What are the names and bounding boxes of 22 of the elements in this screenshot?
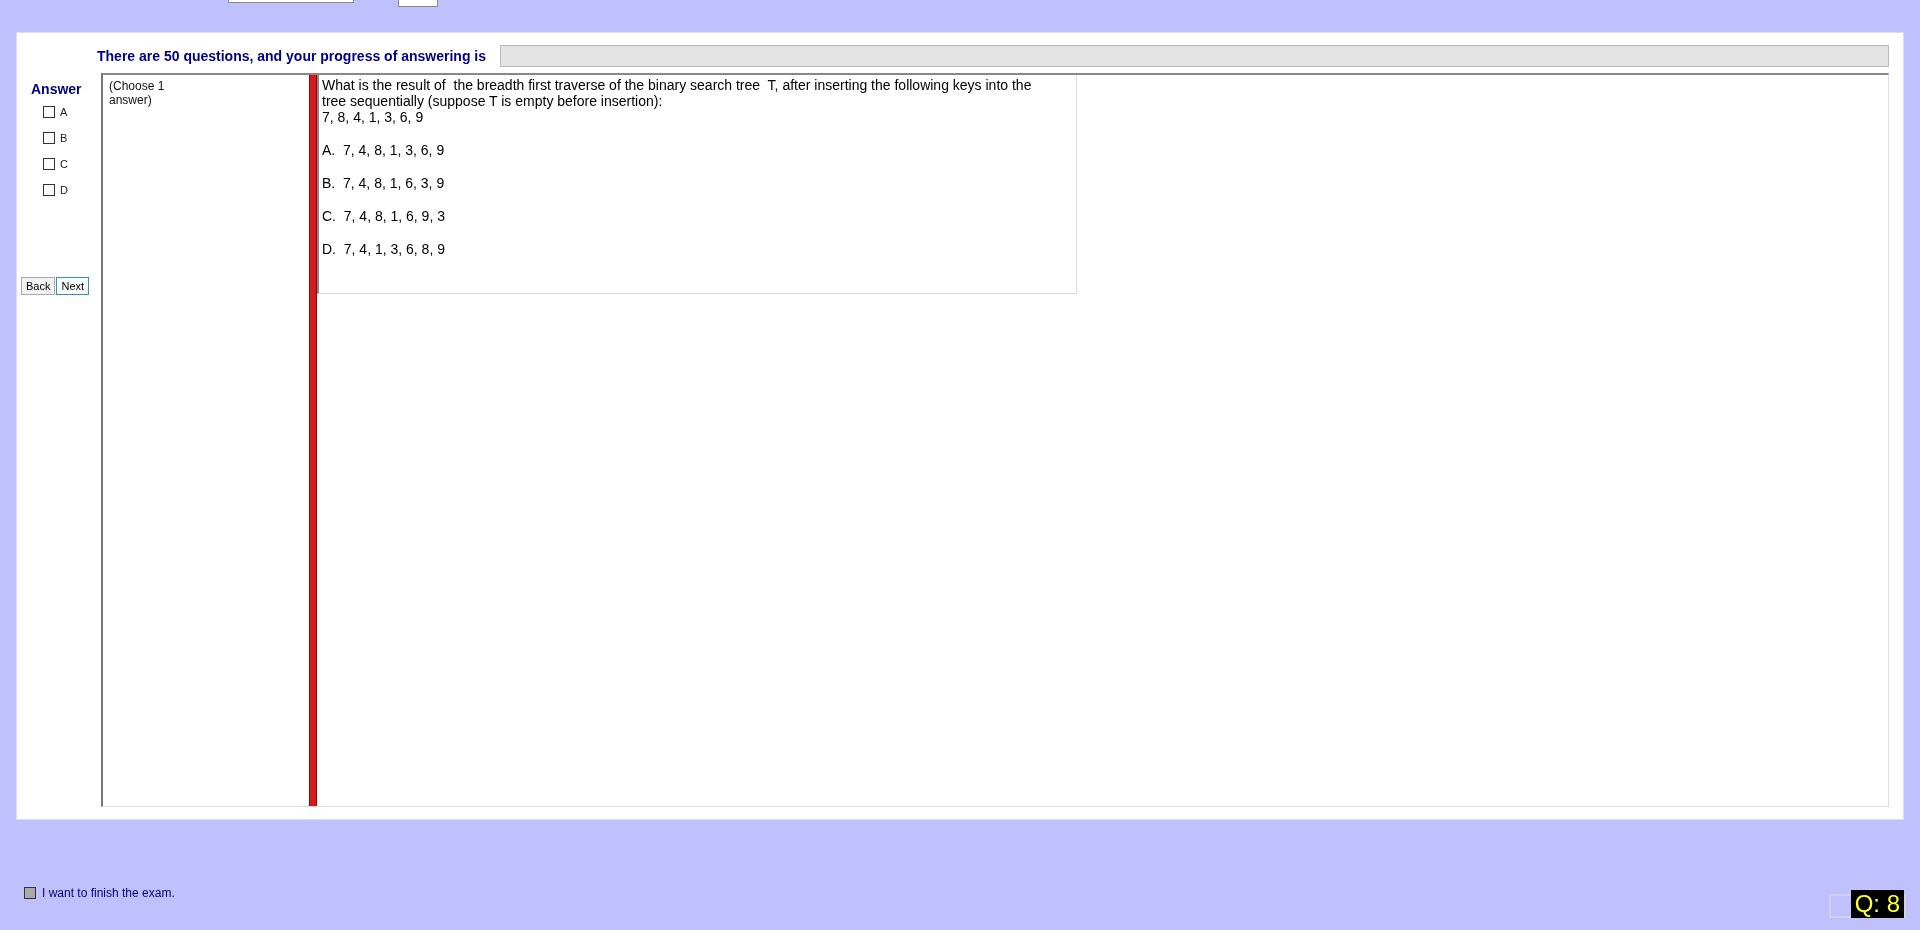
choice-text: A. 7, 4, 8, 1, 3, 6, 9	[322, 142, 446, 158]
progress-label: There are 50 questions, and your progress of answering is	[97, 48, 486, 64]
checkbox[interactable]	[43, 106, 55, 118]
question-text: 7, 8, 4, 1, 3, 6, 9	[322, 109, 425, 125]
question-text: What is the result of the breadth first traverse of the binary search tree T, after inserting the following keys into the tree sequentially (suppose T is empty before insertion):	[322, 77, 1033, 109]
checkbox[interactable]	[24, 887, 36, 899]
choice-text: D. 7, 4, 1, 3, 6, 8, 9	[322, 241, 446, 257]
finish-label: I want to finish the exam.	[42, 886, 175, 900]
answer-title: Answer	[31, 81, 82, 97]
back-button[interactable]: Back	[21, 277, 56, 295]
checkbox[interactable]	[43, 184, 55, 196]
question-number: Q: 8	[1850, 890, 1904, 918]
next-button[interactable]: Next	[56, 277, 90, 295]
option-label: C	[60, 158, 68, 170]
checkbox[interactable]	[43, 158, 55, 170]
option-label: A	[60, 106, 68, 118]
choice-text: B. 7, 4, 8, 1, 6, 3, 9	[322, 175, 446, 191]
option-label: D	[60, 184, 68, 196]
option-label: B	[60, 132, 68, 144]
instruction-text: (Choose 1 answer)	[109, 79, 166, 107]
checkbox[interactable]	[43, 132, 55, 144]
choice-text: C. 7, 4, 8, 1, 6, 9, 3	[322, 208, 446, 224]
